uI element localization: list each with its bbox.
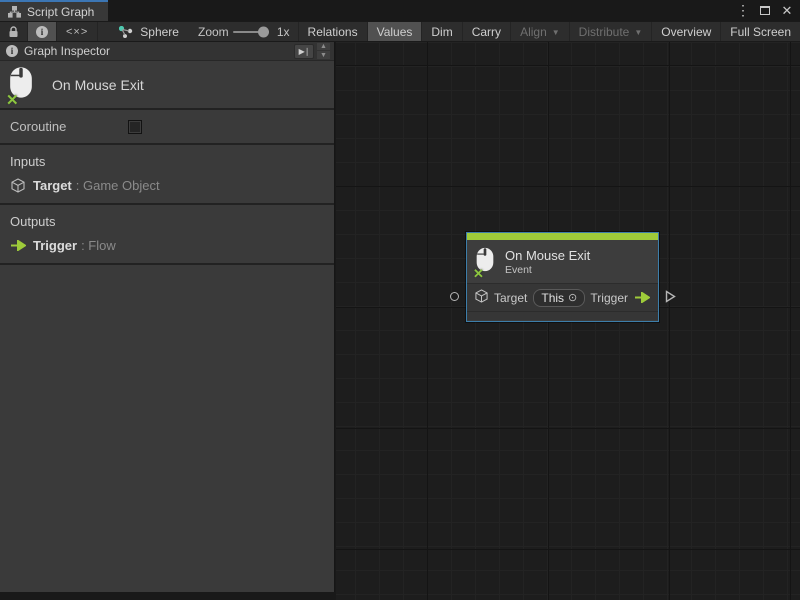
node-header[interactable]: ✕ On Mouse Exit Event [467, 240, 658, 283]
node-title: On Mouse Exit [505, 248, 590, 263]
coroutine-label: Coroutine [10, 119, 128, 134]
node-input-label: Target [494, 291, 527, 305]
game-object-cube-icon [10, 178, 26, 193]
graph-owner-label: Sphere [140, 25, 179, 39]
close-icon[interactable]: ✕ [778, 2, 796, 20]
lock-button[interactable] [0, 22, 28, 41]
tab-title: Script Graph [27, 5, 94, 19]
graph-inspector-title: Graph Inspector [24, 44, 294, 58]
panel-bottom-strip [0, 592, 335, 600]
graph-inspector-panel: i Graph Inspector ▶❘ ▲ ▼ ✕ On Mouse Exit… [0, 42, 335, 592]
inspector-toggle-button[interactable]: i [28, 22, 57, 41]
graph-inspector-header: i Graph Inspector ▶❘ ▲ ▼ [0, 42, 334, 61]
panel-spinner: ▲ ▼ [317, 43, 330, 59]
unit-title: On Mouse Exit [52, 77, 144, 93]
dim-button[interactable]: Dim [422, 22, 462, 41]
spinner-down-icon[interactable]: ▼ [317, 51, 330, 59]
info-icon: i [6, 45, 18, 57]
tab-bar: Script Graph ⋮ ✕ [0, 0, 800, 21]
zoom-slider-handle[interactable] [258, 26, 269, 37]
mouse-exit-icon: ✕ [8, 66, 34, 104]
relations-button[interactable]: Relations [298, 22, 368, 41]
object-picker-icon[interactable]: ⊙ [568, 291, 577, 304]
outputs-section: Outputs Trigger : Flow [0, 205, 334, 263]
carry-button[interactable]: Carry [463, 22, 511, 41]
unit-title-block: ✕ On Mouse Exit [0, 61, 334, 108]
output-port-row: Trigger : Flow [10, 238, 334, 253]
input-port-type: : Game Object [76, 178, 160, 193]
input-port-name: Target [33, 178, 72, 193]
zoom-slider[interactable] [233, 22, 269, 41]
output-port-type: : Flow [81, 238, 116, 253]
mouse-exit-icon: ✕ [475, 247, 495, 277]
outputs-heading: Outputs [10, 214, 334, 229]
zoom-value: 1x [277, 22, 290, 41]
values-button[interactable]: Values [368, 22, 423, 41]
carry-label: Carry [472, 25, 501, 39]
code-icon: <×> [66, 26, 88, 38]
node-output-label: Trigger [590, 291, 628, 305]
node-port-row: Target This ⊙ Trigger [467, 283, 658, 311]
fullscreen-label: Full Screen [730, 25, 791, 39]
mouse-x-badge: ✕ [473, 267, 484, 280]
node-output-port[interactable] [665, 290, 676, 308]
spinner-up-icon[interactable]: ▲ [317, 43, 330, 51]
dim-label: Dim [431, 25, 452, 39]
values-label: Values [377, 25, 413, 39]
distribute-label: Distribute [579, 25, 630, 39]
align-label: Align [520, 25, 547, 39]
output-port-name: Trigger [33, 238, 77, 253]
maximize-icon[interactable] [756, 2, 774, 20]
input-port-row: Target : Game Object [10, 178, 334, 193]
window-controls: ⋮ ✕ [734, 0, 796, 21]
dock-panel-button[interactable]: ▶❘ [294, 44, 314, 59]
target-value-pill[interactable]: This ⊙ [533, 289, 585, 307]
graph-canvas[interactable]: ✕ On Mouse Exit Event Target This ⊙ [336, 42, 800, 600]
inputs-heading: Inputs [10, 154, 334, 169]
code-preview-button[interactable]: <×> [57, 22, 98, 41]
zoom-label: Zoom [198, 22, 229, 41]
node-footer [467, 311, 658, 320]
align-button[interactable]: Align ▼ [511, 22, 570, 41]
graph-owner-button[interactable]: Sphere [110, 22, 188, 41]
node-input-port[interactable] [450, 292, 459, 301]
script-graph-window: Script Graph ⋮ ✕ i <×> Sphere [0, 0, 800, 600]
fullscreen-button[interactable]: Full Screen [721, 22, 800, 41]
target-value: This [541, 291, 564, 305]
distribute-button[interactable]: Distribute ▼ [570, 22, 653, 41]
coroutine-row: Coroutine [0, 110, 334, 143]
overview-button[interactable]: Overview [652, 22, 721, 41]
mouse-x-badge: ✕ [6, 93, 19, 108]
flow-arrow-icon[interactable] [634, 292, 650, 303]
node-event-colorbar [467, 233, 658, 240]
overview-label: Overview [661, 25, 711, 39]
graph-toolbar: i <×> Sphere Zoom 1x Relations Values [0, 21, 800, 42]
info-icon: i [36, 26, 48, 38]
graph-hierarchy-icon [8, 6, 21, 18]
inputs-section: Inputs Target : Game Object [0, 145, 334, 203]
chevron-down-icon: ▼ [634, 28, 642, 37]
relations-label: Relations [308, 25, 358, 39]
tab-script-graph[interactable]: Script Graph [0, 0, 108, 21]
coroutine-checkbox[interactable] [128, 120, 142, 134]
section-divider [0, 263, 334, 265]
on-mouse-exit-node[interactable]: ✕ On Mouse Exit Event Target This ⊙ [466, 232, 659, 322]
game-object-cube-icon [475, 289, 488, 306]
window-menu-icon[interactable]: ⋮ [734, 2, 752, 20]
node-subtitle: Event [505, 264, 590, 276]
lock-icon [8, 26, 19, 38]
flow-arrow-icon [10, 240, 26, 251]
chevron-down-icon: ▼ [552, 28, 560, 37]
sphere-graph-icon [119, 26, 133, 38]
